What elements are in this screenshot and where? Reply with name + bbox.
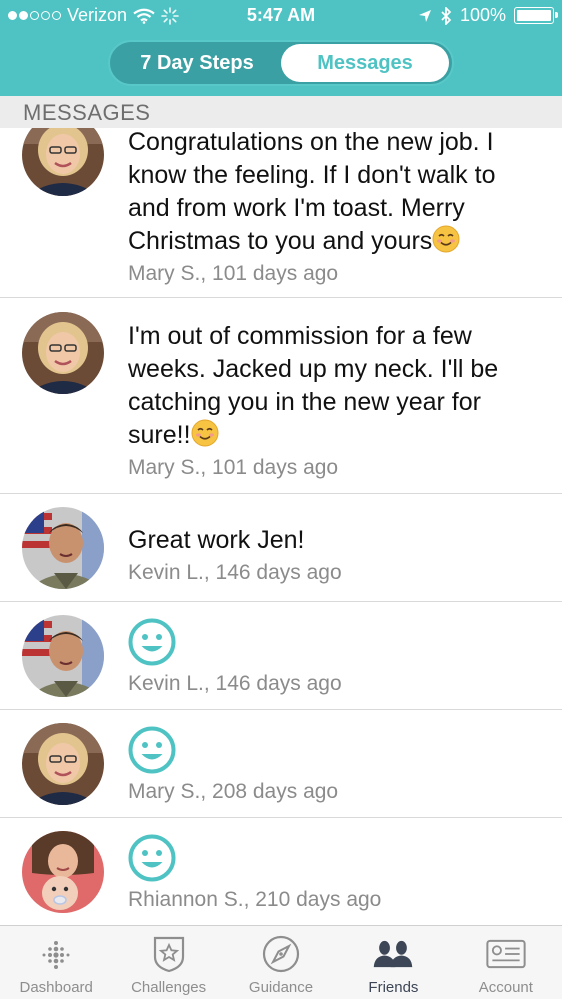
message-meta: Kevin L., 146 days ago [128,672,342,695]
segmented-control: 7 Day Steps Messages [108,40,454,86]
message-meta: Mary S., 101 days ago [128,262,339,285]
smiling-face-emoji-icon [191,419,219,447]
message-meta: Rhiannon S., 210 days ago [128,888,382,911]
bluetooth-icon [441,6,452,25]
tab-label: Dashboard [19,979,93,996]
avatar[interactable] [22,507,104,589]
friends-people-icon [374,940,413,968]
message-item[interactable]: Mary S., 208 days ago [0,710,562,818]
message-meta: Mary S., 208 days ago [128,780,339,803]
avatar[interactable] [22,128,104,196]
message-text: I'm out of commission for a few weeks. J… [128,322,499,449]
message-item[interactable]: Kevin L., 146 days ago [0,602,562,710]
top-header: Verizon 5:47 AM 100% 7 Day Steps Message… [0,0,562,96]
message-text: Congratulations on the new job. I know t… [128,128,496,255]
battery-icon [514,7,558,24]
avatar[interactable] [22,831,104,913]
account-card-icon [486,939,526,969]
message-item[interactable]: I'm out of commission for a few weeks. J… [0,298,562,494]
dashboard-dots-icon [42,941,70,969]
smiling-face-emoji-icon [432,225,460,253]
tab-bar: Dashboard Challenges Guidance Friends Ac… [0,925,562,999]
location-arrow-icon [418,9,431,22]
status-right: 100% [418,5,558,26]
message-item[interactable]: Congratulations on the new job. I know t… [0,128,562,298]
smiley-face-icon [128,726,176,774]
section-header: MESSAGES [0,96,562,128]
message-meta: Mary S., 101 days ago [128,456,339,479]
battery-percent: 100% [459,5,506,25]
status-bar: Verizon 5:47 AM 100% [0,0,562,32]
tab-friends[interactable]: Friends [337,926,449,999]
tab-challenges[interactable]: Challenges [112,926,224,999]
challenges-shield-star-icon [153,936,184,973]
message-item[interactable]: Rhiannon S., 210 days ago [0,818,562,925]
tab-label: Challenges [131,979,207,996]
message-list[interactable]: Congratulations on the new job. I know t… [0,128,562,925]
avatar[interactable] [22,615,104,697]
message-meta: Kevin L., 146 days ago [128,561,342,584]
tab-label: Account [478,979,533,996]
tab-label: Friends [368,979,419,996]
avatar[interactable] [22,723,104,805]
avatar[interactable] [22,312,104,394]
tab-dashboard[interactable]: Dashboard [0,926,112,999]
smiley-face-icon [128,834,176,882]
message-text: Great work Jen! [128,526,305,554]
tab-messages[interactable]: Messages [281,44,449,82]
message-item[interactable]: Great work Jen! Kevin L., 146 days ago [0,494,562,602]
tab-account[interactable]: Account [450,926,562,999]
smiley-face-icon [128,618,176,666]
tab-label: Guidance [248,979,314,996]
tab-7-day-steps[interactable]: 7 Day Steps [113,44,281,82]
tab-guidance[interactable]: Guidance [225,926,337,999]
guidance-compass-icon [262,935,300,973]
